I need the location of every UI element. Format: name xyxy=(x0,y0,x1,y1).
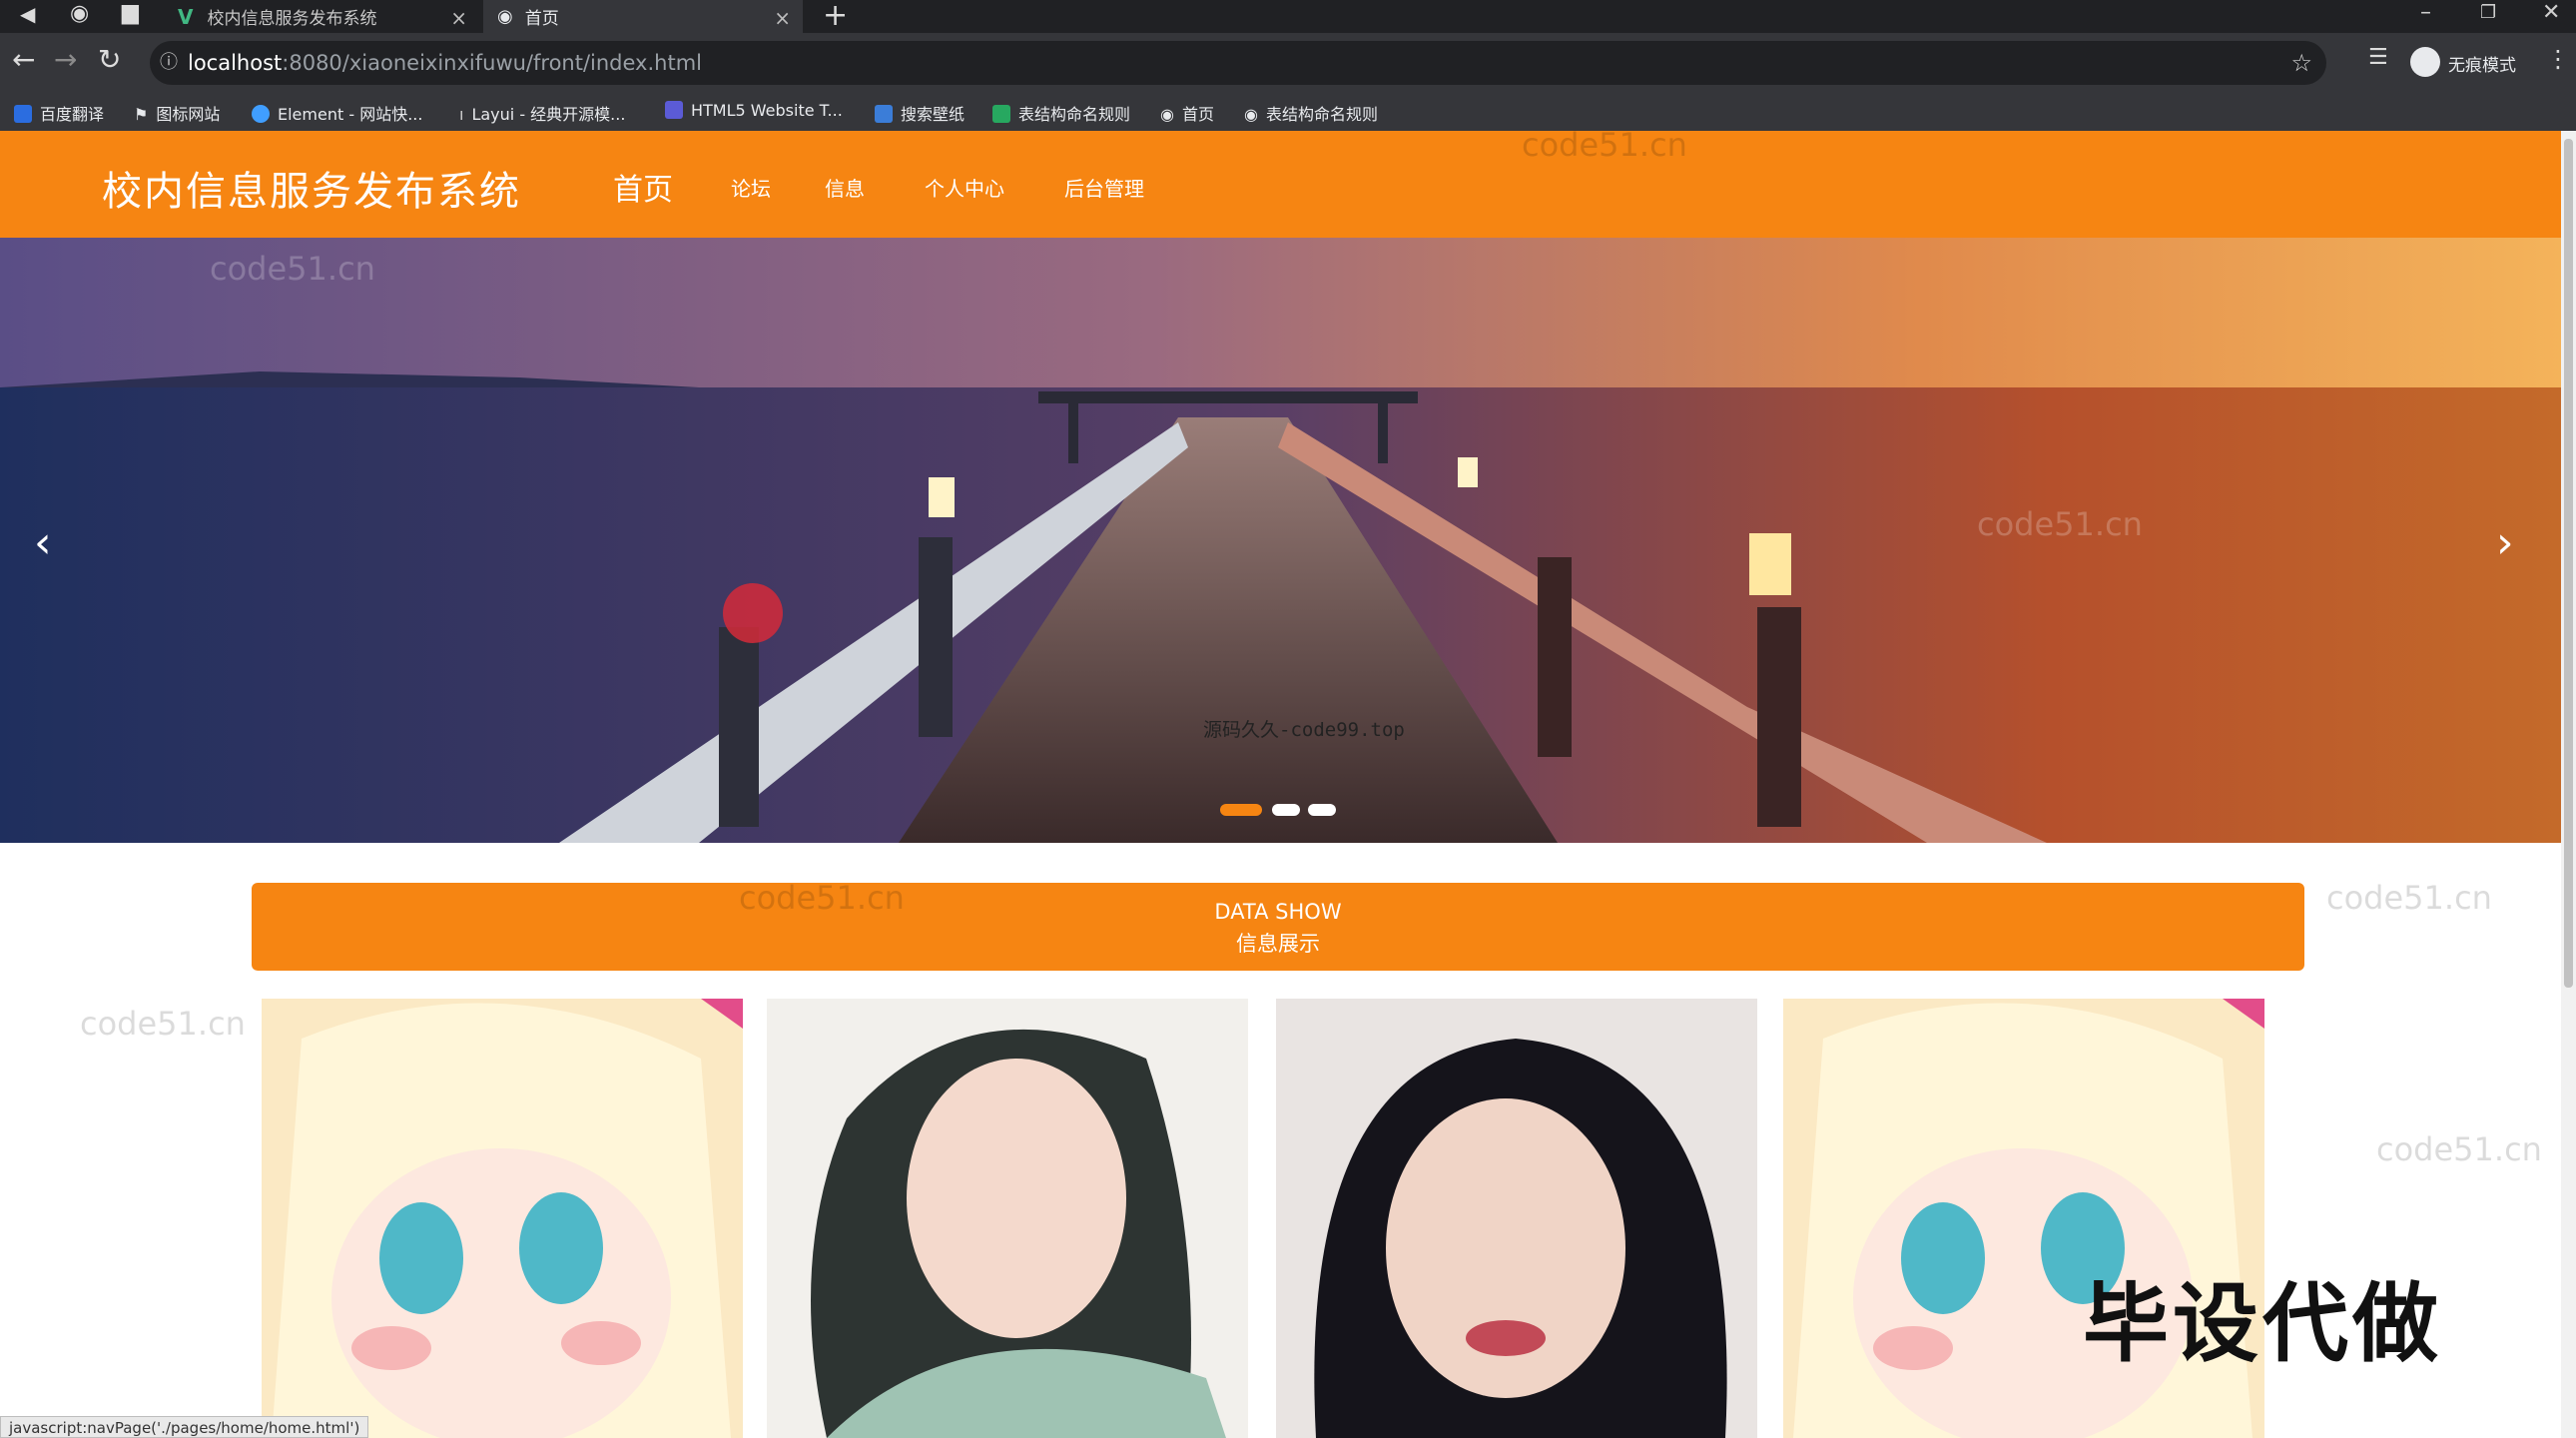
site-header: 校内信息服务发布系统 首页 论坛 信息 个人中心 后台管理 xyxy=(0,131,2561,238)
status-bar: javascript:navPage('./pages/home/home.ht… xyxy=(0,1416,369,1438)
bookmark-item[interactable]: ◉ 表结构命名规则 xyxy=(1244,101,1378,125)
carousel-next-icon[interactable]: › xyxy=(2496,517,2514,568)
tab-home[interactable]: ◉ 首页 × xyxy=(483,0,803,33)
bookmark-item[interactable]: Element - 网站快... xyxy=(252,101,422,125)
page-scrollbar[interactable] xyxy=(2561,131,2576,1438)
watermark-text: code51.cn xyxy=(80,1005,246,1043)
nav-home[interactable]: 首页 xyxy=(613,165,673,209)
close-tab-icon[interactable]: × xyxy=(774,6,791,30)
bookmarks-bar: 百度翻译 ⚑ 图标网站 Element - 网站快... ı Layui - 经典开… xyxy=(0,93,2576,132)
data-show-title-en: DATA SHOW xyxy=(1214,900,1342,924)
data-show-header: DATA SHOW 信息展示 xyxy=(252,883,2304,971)
profile-label[interactable]: 无痕模式 xyxy=(2448,51,2516,76)
info-card[interactable] xyxy=(1276,999,1757,1438)
carousel-dot[interactable] xyxy=(1308,804,1336,816)
scrollbar-thumb[interactable] xyxy=(2564,139,2573,988)
new-tab-icon[interactable]: + xyxy=(823,0,848,33)
sheet-icon xyxy=(992,105,1010,123)
close-window-icon[interactable]: ✕ xyxy=(2542,0,2560,25)
info-card[interactable] xyxy=(767,999,1248,1438)
bookmark-item[interactable]: 搜索壁纸 xyxy=(875,101,965,125)
globe-icon: ◉ xyxy=(1160,105,1174,124)
info-card[interactable] xyxy=(262,999,743,1438)
browser-tab-strip: ◀ ◉ ▆ V 校内信息服务发布系统 × ◉ 首页 × + – ❐ ✕ xyxy=(0,0,2576,33)
painted-girl-image xyxy=(767,999,1248,1438)
info-icon[interactable]: ⓘ xyxy=(160,41,178,85)
carousel-caption: 源码久久-code99.top xyxy=(1203,719,1405,741)
menu-kebab-icon[interactable]: ⋮ xyxy=(2546,45,2570,73)
minimize-icon[interactable]: – xyxy=(2420,0,2431,25)
anime-girl-image xyxy=(262,999,743,1438)
globe-icon: ◉ xyxy=(497,6,513,27)
reload-icon[interactable]: ↻ xyxy=(98,43,121,76)
element-icon xyxy=(252,105,270,123)
data-show-title-cn: 信息展示 xyxy=(1236,932,1320,956)
flag-icon: ⚑ xyxy=(134,105,149,124)
wallpaper-icon xyxy=(875,105,893,123)
vue-icon: V xyxy=(178,4,194,29)
portrait-photo-image xyxy=(1276,999,1757,1438)
forward-icon[interactable]: → xyxy=(54,43,77,76)
carousel-dot[interactable] xyxy=(1272,804,1300,816)
pier-sunset-image xyxy=(0,238,2561,843)
audio-icon[interactable]: ◀ xyxy=(20,2,35,26)
reading-list-icon[interactable]: ☰ xyxy=(2368,45,2388,70)
site-title: 校内信息服务发布系统 xyxy=(102,169,521,215)
watermark-text: code51.cn xyxy=(2326,879,2492,917)
bookmark-item[interactable]: HTML5 Website T... xyxy=(665,101,843,120)
globe-icon[interactable]: ◉ xyxy=(70,1,89,26)
banner-carousel[interactable]: ‹ › 源码久久-code99.top xyxy=(0,238,2561,843)
url-host: localhost xyxy=(188,51,283,75)
address-bar-row: ← → ↻ ⓘ localhost:8080/xiaoneixinxifuwu/… xyxy=(0,33,2576,93)
tab-title: 首页 xyxy=(524,9,559,29)
layui-icon: ı xyxy=(459,105,464,124)
bookmark-item[interactable]: ı Layui - 经典开源模... xyxy=(459,101,625,125)
restore-icon[interactable]: ❐ xyxy=(2480,2,2496,23)
bookmark-item[interactable]: ⚑ 图标网站 xyxy=(134,101,220,125)
url-path: :8080/xiaoneixinxifuwu/front/index.html xyxy=(282,51,702,75)
baidu-translate-icon xyxy=(14,105,32,123)
carousel-dot[interactable] xyxy=(1220,804,1262,816)
bookmark-item[interactable]: 表结构命名规则 xyxy=(992,101,1130,125)
nav-info[interactable]: 信息 xyxy=(825,173,865,202)
watermark-text: code51.cn xyxy=(2376,1130,2542,1168)
html5-icon xyxy=(665,101,683,119)
tab-system[interactable]: V 校内信息服务发布系统 × xyxy=(168,0,479,33)
nav-profile[interactable]: 个人中心 xyxy=(925,173,1004,202)
back-icon[interactable]: ← xyxy=(12,43,35,76)
tab-overview-icon[interactable]: ▆ xyxy=(122,0,139,25)
tab-title: 校内信息服务发布系统 xyxy=(207,9,377,29)
close-tab-icon[interactable]: × xyxy=(450,6,467,30)
bookmark-item[interactable]: 百度翻译 xyxy=(14,101,104,125)
incognito-avatar[interactable] xyxy=(2410,47,2440,77)
globe-icon: ◉ xyxy=(1244,105,1258,124)
bookmark-star-icon[interactable]: ☆ xyxy=(2290,41,2312,85)
bookmark-item[interactable]: ◉ 首页 xyxy=(1160,101,1214,125)
nav-admin[interactable]: 后台管理 xyxy=(1064,173,1144,202)
nav-forum[interactable]: 论坛 xyxy=(731,173,771,202)
url-input[interactable]: ⓘ localhost:8080/xiaoneixinxifuwu/front/… xyxy=(150,41,2326,85)
overlay-promo-text: 毕设代做 xyxy=(2083,1274,2442,1374)
carousel-prev-icon[interactable]: ‹ xyxy=(34,517,52,568)
